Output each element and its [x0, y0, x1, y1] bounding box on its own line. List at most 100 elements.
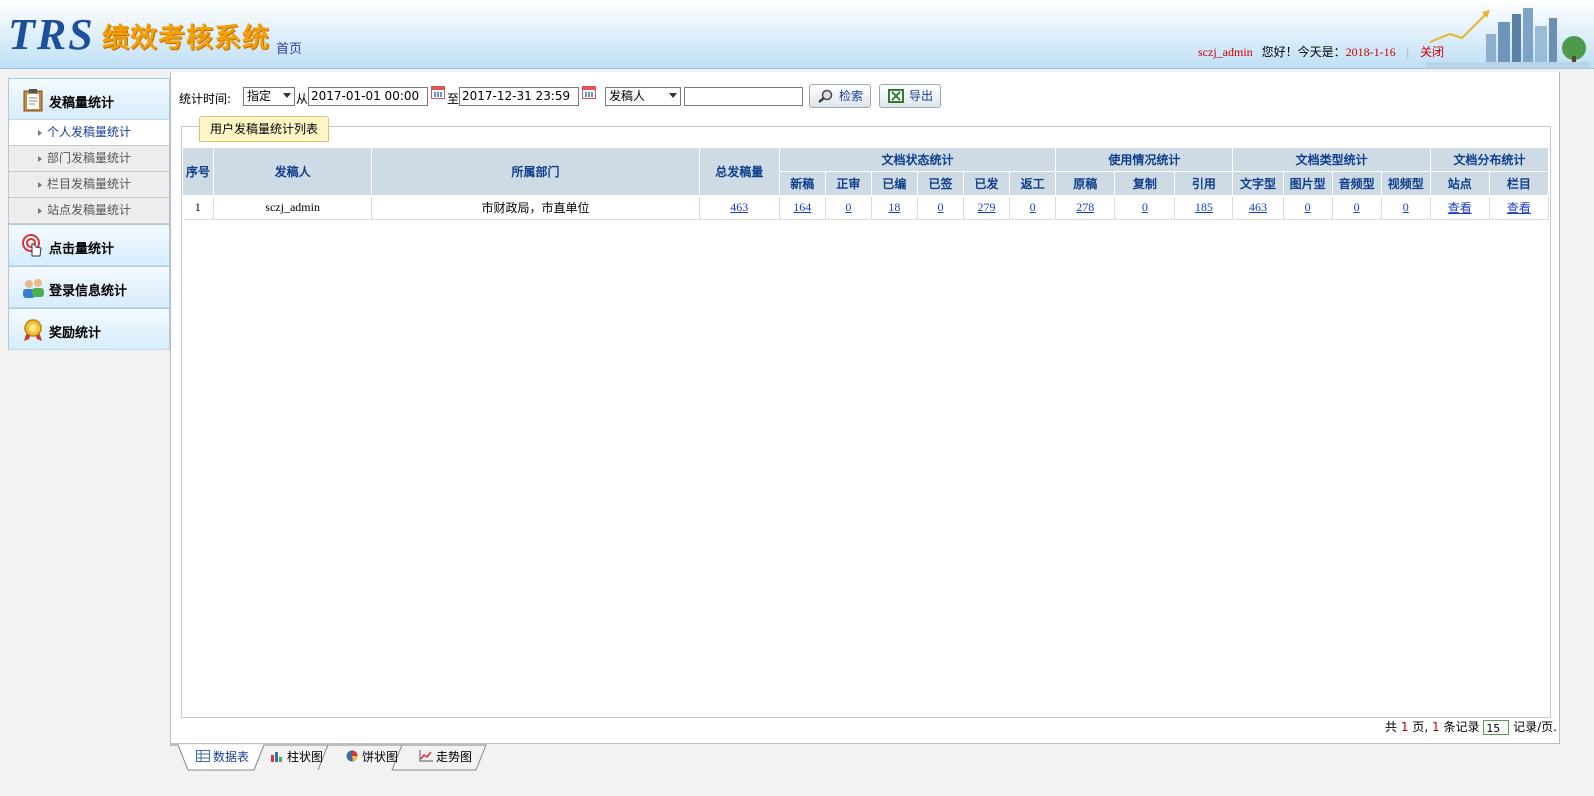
chevron-down-icon	[669, 93, 677, 98]
pager-text: 共	[1385, 720, 1398, 734]
nav-label: 登录信息统计	[49, 284, 128, 299]
original-count-link[interactable]: 278	[1076, 200, 1094, 214]
pager-page-count: 1	[1400, 720, 1409, 734]
sub-nav: 个人发稿量统计 部门发稿量统计 栏目发稿量统计 站点发稿量统计	[8, 120, 170, 224]
sub-nav-personal[interactable]: 个人发稿量统计	[9, 120, 169, 146]
button-label: 检索	[839, 89, 864, 103]
total-link[interactable]: 463	[730, 200, 748, 214]
current-date: 2018-1-16	[1345, 45, 1396, 59]
col-image-type: 图片型	[1282, 171, 1333, 196]
audio-type-count-link[interactable]: 0	[1354, 200, 1360, 214]
col-original: 原稿	[1055, 171, 1116, 196]
pager-record-count: 1	[1432, 720, 1440, 734]
header: TRS 绩效考核系统 首页 sczj_admin 您好！今天是：2018-1-1…	[0, 0, 1594, 69]
search-button[interactable]: 检索	[809, 84, 871, 108]
list-panel-title: 用户发稿量统计列表	[199, 116, 330, 142]
published-count-link[interactable]: 279	[978, 200, 996, 214]
col-quote: 引用	[1174, 171, 1234, 196]
image-type-count-link[interactable]: 0	[1305, 200, 1311, 214]
pie-chart-icon	[346, 750, 358, 762]
clipboard-icon	[23, 89, 43, 112]
col-reviewing: 正审	[824, 171, 872, 196]
sub-nav-label: 个人发稿量统计	[47, 125, 132, 139]
table-header-row: 序号 发稿人 所属部门 总发稿量 文档状态统计 使用情况统计 文档类型统计 文档…	[181, 147, 1550, 196]
col-video-type: 视频型	[1380, 171, 1431, 196]
nav-publish-stats[interactable]: 发稿量统计	[8, 78, 170, 120]
sub-nav-site[interactable]: 站点发稿量统计	[9, 198, 169, 224]
new-count-link[interactable]: 164	[793, 200, 811, 214]
col-signed: 已签	[916, 171, 965, 196]
search-input[interactable]	[684, 87, 803, 106]
reviewing-count-link[interactable]: 0	[845, 200, 851, 214]
tab-label: 数据表	[213, 750, 250, 764]
nav-login-stats[interactable]: 登录信息统计	[8, 266, 170, 308]
table-row: 1 sczj_admin 市财政局，市直单位 463 164 0 18 0 27…	[182, 195, 1550, 220]
nav-label: 点击量统计	[49, 242, 115, 257]
home-link[interactable]: 首页	[276, 38, 302, 57]
quote-count-link[interactable]: 185	[1195, 200, 1213, 214]
col-total: 总发稿量	[698, 147, 780, 196]
col-new: 新稿	[778, 171, 826, 196]
tab-bar-chart[interactable]: 柱状图	[270, 745, 323, 769]
calendar-icon[interactable]	[431, 86, 445, 99]
cell-seq: 1	[182, 195, 215, 220]
nav-label: 发稿量统计	[49, 96, 115, 111]
sub-nav-column[interactable]: 栏目发稿量统计	[9, 172, 169, 198]
start-time-input[interactable]: 2017-01-01 00:00	[308, 87, 428, 106]
page-size-input[interactable]: 15	[1483, 720, 1510, 735]
select-value: 指定	[247, 89, 272, 103]
tab-pie-chart[interactable]: 饼状图	[345, 745, 398, 769]
col-group-dist: 文档分布统计	[1429, 147, 1550, 172]
table-icon	[196, 750, 210, 762]
stats-table: 序号 发稿人 所属部门 总发稿量 文档状态统计 使用情况统计 文档类型统计 文档…	[181, 147, 1550, 220]
sub-nav-label: 站点发稿量统计	[47, 203, 132, 217]
field-select[interactable]: 发稿人	[605, 87, 681, 106]
signed-count-link[interactable]: 0	[937, 200, 943, 214]
skyline-decoration-icon	[1426, 8, 1590, 68]
col-seq: 序号	[181, 147, 215, 196]
col-group-status: 文档状态统计	[778, 147, 1057, 172]
tab-trend-chart[interactable]: 走势图	[419, 745, 472, 769]
edited-count-link[interactable]: 18	[888, 200, 900, 214]
nav-reward-stats[interactable]: 奖励统计	[8, 308, 170, 350]
medal-icon	[24, 319, 42, 341]
view-site-link[interactable]: 查看	[1448, 201, 1472, 215]
time-mode-select[interactable]: 指定	[243, 87, 295, 106]
main-panel: 统计时间: 指定 从 2017-01-01 00:00 至 2017-12-31…	[170, 72, 1560, 744]
cell-total: 463	[699, 195, 780, 220]
nav-click-stats[interactable]: 点击量统计	[8, 224, 170, 266]
bar-chart-icon	[271, 752, 282, 762]
view-column-link[interactable]: 查看	[1507, 201, 1531, 215]
pager-text: 记录/页.	[1513, 720, 1557, 734]
hand-click-icon	[22, 234, 42, 257]
video-type-count-link[interactable]: 0	[1403, 200, 1409, 214]
calendar-icon[interactable]	[582, 86, 596, 99]
export-button[interactable]: 导出	[879, 84, 941, 108]
copy-count-link[interactable]: 0	[1142, 200, 1148, 214]
system-name: 绩效考核系统	[102, 23, 270, 54]
pager: 共 1 页, 1 条记录 15 记录/页.	[1385, 718, 1557, 735]
col-rework: 返工	[1009, 171, 1057, 196]
sub-nav-label: 栏目发稿量统计	[47, 177, 132, 191]
tab-label: 饼状图	[362, 750, 399, 764]
col-group-type: 文档类型统计	[1232, 147, 1431, 172]
col-copy: 复制	[1114, 171, 1176, 196]
button-label: 导出	[909, 89, 934, 103]
col-dept: 所属部门	[371, 147, 700, 196]
tab-data-table[interactable]: 数据表	[196, 745, 249, 769]
sub-nav-department[interactable]: 部门发稿量统计	[9, 146, 169, 172]
text-type-count-link[interactable]: 463	[1249, 200, 1267, 214]
username: sczj_admin	[1198, 45, 1253, 59]
user-info: sczj_admin 您好！今天是：2018-1-16 | 关闭	[1198, 43, 1444, 60]
filter-toolbar: 统计时间: 指定 从 2017-01-01 00:00 至 2017-12-31…	[179, 84, 1549, 108]
sub-nav-label: 部门发稿量统计	[47, 151, 132, 165]
cell-author: sczj_admin	[213, 195, 373, 220]
tab-label: 柱状图	[287, 750, 324, 764]
end-time-input[interactable]: 2017-12-31 23:59	[459, 87, 579, 106]
col-edited: 已编	[870, 171, 918, 196]
col-published: 已发	[963, 171, 1011, 196]
tab-label: 走势图	[436, 750, 473, 764]
excel-icon	[888, 89, 904, 103]
rework-count-link[interactable]: 0	[1030, 200, 1036, 214]
time-label: 统计时间:	[179, 92, 232, 106]
